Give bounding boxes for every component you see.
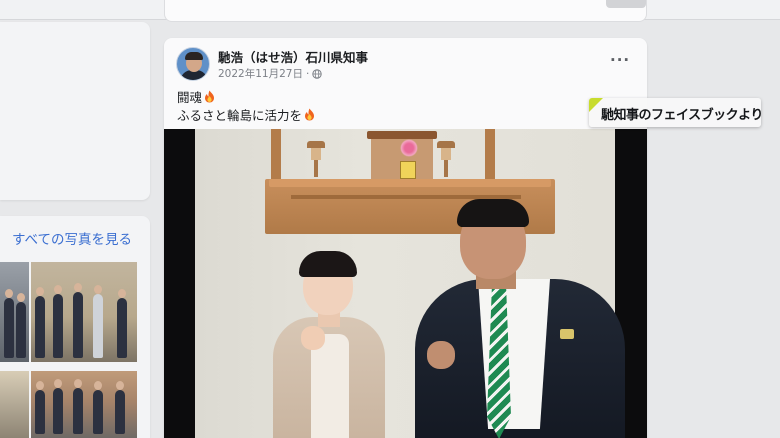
facebook-post: 馳浩（はせ浩）石川県知事 2022年11月27日 · ··· 闘魂 ふるさと輪島… <box>164 38 647 438</box>
post-date[interactable]: 2022年11月27日 <box>218 66 303 81</box>
caption-text: 馳知事のフェイスブックより <box>601 108 761 123</box>
top-strip <box>0 0 780 22</box>
post-author[interactable]: 馳浩（はせ浩）石川県知事 <box>218 47 368 66</box>
meta-separator: · <box>305 67 310 80</box>
photo-background-wall <box>195 129 625 438</box>
post-text-line-2: ふるさと輪島に活力を <box>177 105 315 124</box>
post-meta: 2022年11月27日 · <box>218 66 322 81</box>
previous-post-button[interactable] <box>606 0 646 8</box>
avatar[interactable] <box>176 47 210 81</box>
source-caption: 馳知事のフェイスブックより <box>589 98 761 127</box>
photo-thumbnail[interactable] <box>31 371 137 438</box>
intro-card <box>0 22 150 200</box>
post-text: ふるさと輪島に活力を <box>177 108 303 123</box>
post-text-line-1: 闘魂 <box>177 87 215 106</box>
globe-icon <box>312 68 322 79</box>
fire-emoji-icon <box>304 108 315 121</box>
post-text: 闘魂 <box>177 90 203 105</box>
fire-emoji-icon <box>204 90 215 103</box>
photo-thumbnail[interactable] <box>31 262 137 362</box>
post-photo[interactable] <box>164 129 647 438</box>
more-options-icon[interactable]: ··· <box>610 51 630 69</box>
previous-post-card <box>164 0 647 22</box>
see-all-photos-link[interactable]: すべての写真を見る <box>12 228 132 248</box>
photo-thumbnail[interactable] <box>0 371 29 438</box>
photo-thumbnail[interactable] <box>0 262 29 362</box>
